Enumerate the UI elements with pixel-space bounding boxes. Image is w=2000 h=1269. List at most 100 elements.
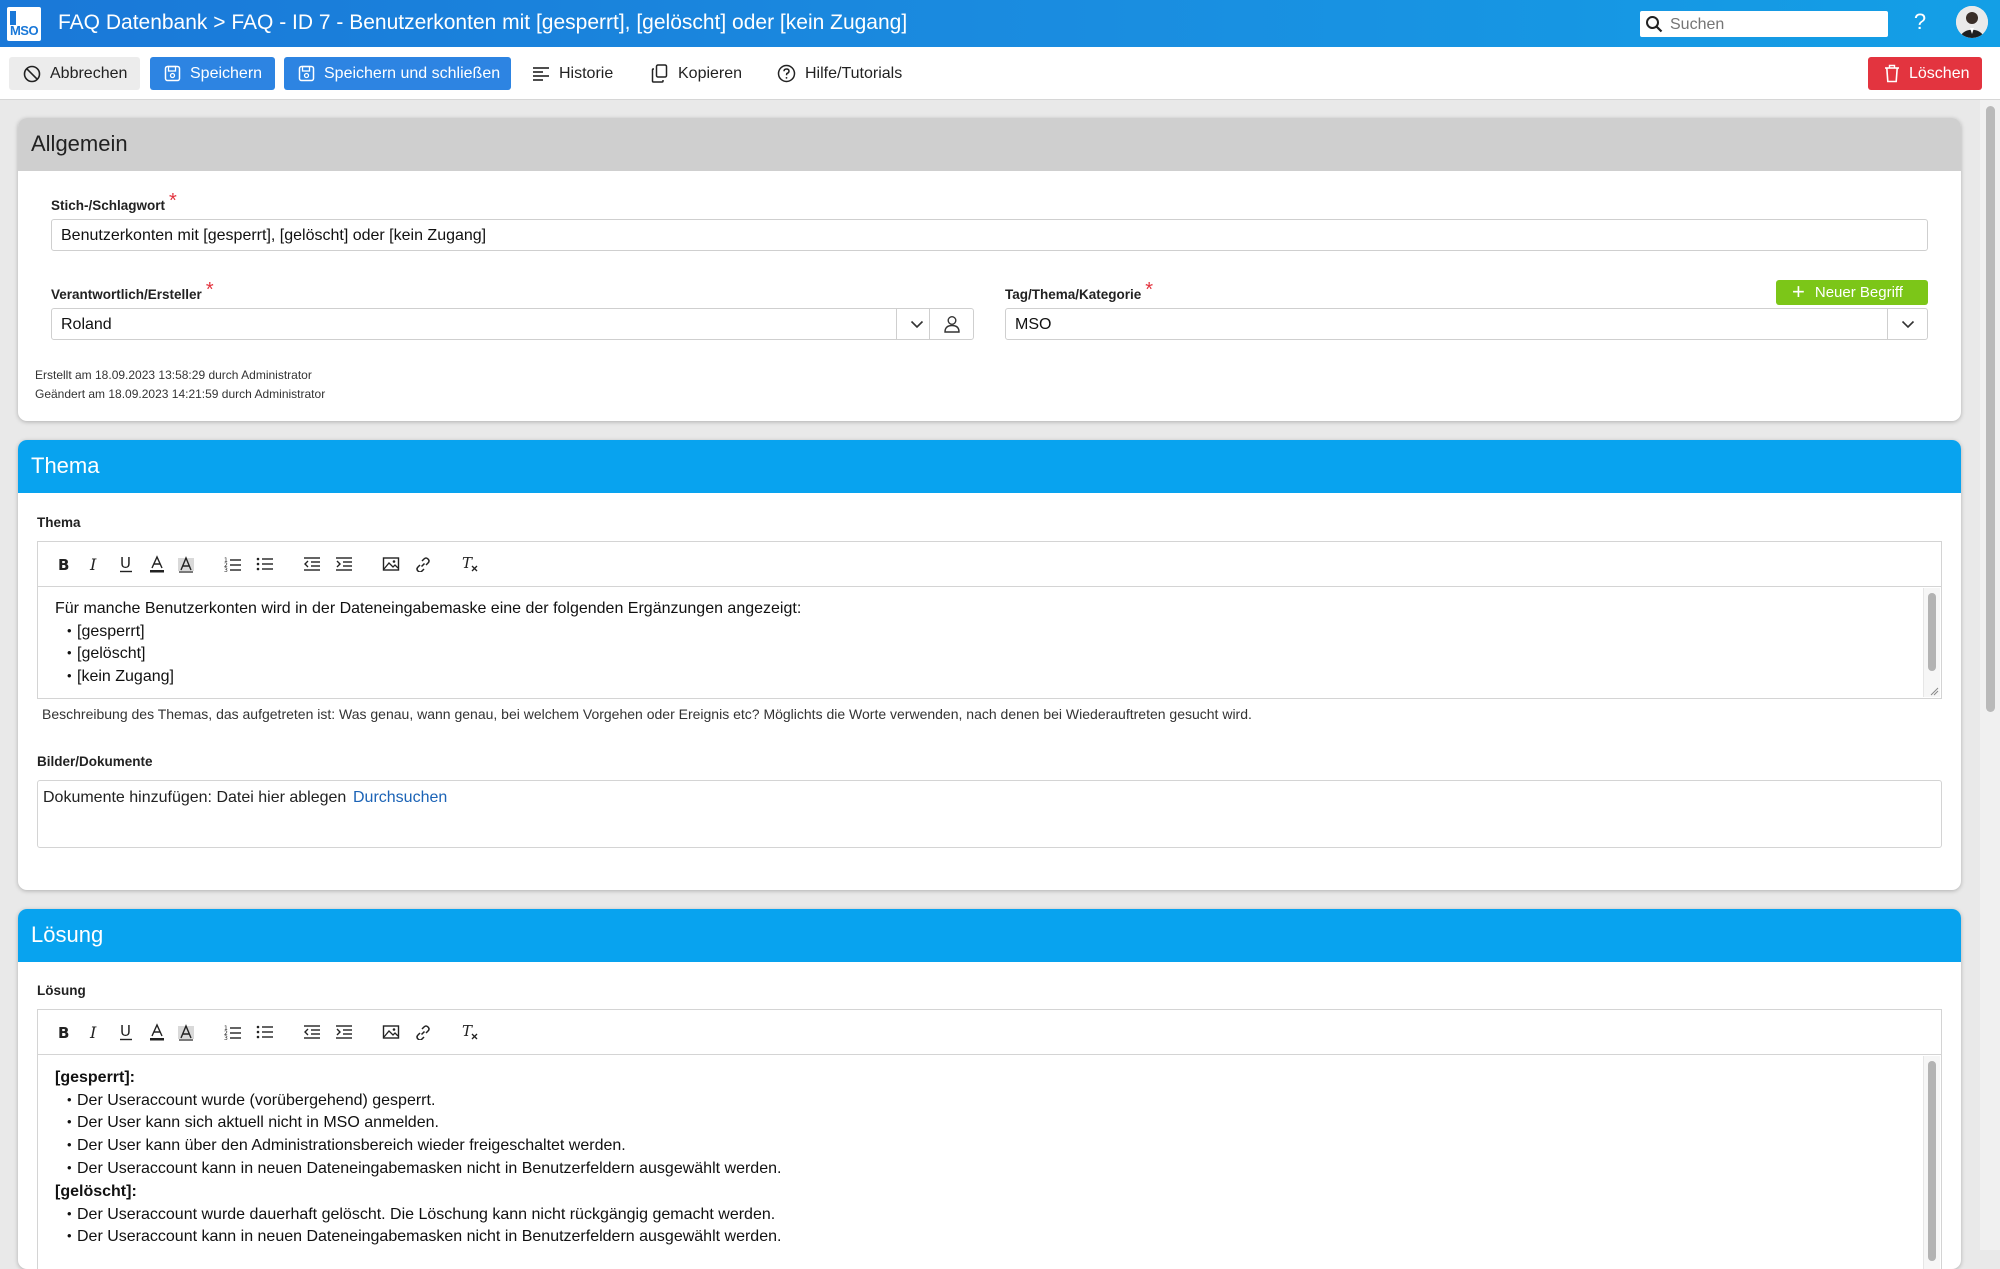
created-info: Erstellt am 18.09.2023 13:58:29 durch Ad… [35, 368, 312, 382]
bold-icon: B [58, 556, 69, 572]
outdent-icon [304, 557, 320, 571]
link-button[interactable] [411, 552, 435, 576]
italic-button[interactable]: I [82, 552, 106, 576]
ordered-list-icon: 123 [224, 557, 241, 572]
thema-list-item: • [gelöscht] [55, 645, 145, 663]
svg-text:B: B [58, 1024, 69, 1040]
history-button[interactable]: Historie [532, 57, 613, 90]
copy-button[interactable]: Kopieren [651, 57, 742, 90]
italic-icon: I [89, 1024, 97, 1040]
save-button[interactable]: Speichern [150, 57, 275, 90]
owner-label: Verantwortlich/Ersteller * [51, 279, 214, 305]
document-dropzone[interactable]: Dokumente hinzufügen: Datei hier ablegen… [37, 780, 1942, 848]
loesung-list-item: • Der User kann über den Administrationsb… [55, 1137, 626, 1155]
resize-handle-icon[interactable] [1929, 686, 1939, 696]
svg-text:3: 3 [224, 567, 228, 572]
question-circle-icon [777, 64, 796, 83]
app-logo[interactable]: MSO [7, 7, 41, 41]
loesung-editor-scrollbar-thumb[interactable] [1928, 1061, 1936, 1261]
panel-loesung: Lösung Lösung B I U 123 T [gesperrt]: • … [18, 909, 1961, 1269]
outdent-icon [304, 1025, 320, 1039]
new-term-button[interactable]: + Neuer Begriff [1776, 279, 1928, 305]
highlight-button[interactable] [174, 1020, 198, 1044]
thema-editor-scrollbar[interactable] [1923, 588, 1940, 697]
search-input[interactable] [1668, 13, 1884, 37]
person-icon [943, 316, 960, 333]
clear-format-button[interactable]: T [458, 1020, 482, 1044]
bullet: • [67, 1160, 72, 1175]
bullet: • [67, 1228, 72, 1243]
tag-select[interactable]: MSO [1005, 308, 1928, 340]
bold-button[interactable]: B [51, 1020, 75, 1044]
image-icon [382, 1025, 400, 1039]
page-title: FAQ Datenbank > FAQ - ID 7 - Benutzerkon… [58, 11, 908, 34]
underline-icon: U [120, 555, 132, 573]
copy-icon [651, 64, 668, 83]
avatar[interactable] [1956, 6, 1988, 38]
thema-editor[interactable]: B I U 123 T Für manche Benutzerkonten wi… [37, 541, 1942, 699]
save-icon [298, 65, 315, 82]
highlight-button[interactable] [174, 552, 198, 576]
loesung-editor[interactable]: B I U 123 T [gesperrt]: • Der Useraccoun… [37, 1009, 1942, 1269]
help-tutorials-button[interactable]: Hilfe/Tutorials [777, 57, 902, 90]
bullet: • [67, 1206, 72, 1221]
save-icon [164, 65, 181, 82]
panel-loesung-header[interactable]: Lösung [18, 909, 1961, 962]
outdent-button[interactable] [300, 552, 324, 576]
delete-button[interactable]: Löschen [1868, 57, 1982, 90]
page-scrollbar-thumb[interactable] [1986, 106, 1995, 712]
search-box[interactable] [1640, 11, 1888, 37]
font-color-button[interactable] [145, 552, 169, 576]
ordered-list-button[interactable]: 123 [221, 1020, 245, 1044]
cancel-label: Abbrechen [50, 64, 128, 82]
bold-icon: B [58, 1024, 69, 1040]
save-and-close-button[interactable]: Speichern und schließen [284, 57, 511, 90]
panel-thema-header[interactable]: Thema [18, 440, 1961, 493]
underline-button[interactable]: U [114, 552, 138, 576]
tag-dropdown-toggle[interactable] [1887, 309, 1927, 339]
unordered-list-button[interactable] [253, 552, 277, 576]
image-button[interactable] [379, 552, 403, 576]
bold-button[interactable]: B [51, 552, 75, 576]
bullet: • [67, 645, 72, 660]
italic-button[interactable]: I [82, 1020, 106, 1044]
cancel-button[interactable]: Abbrechen [9, 57, 140, 90]
loesung-list-item: • Der Useraccount wurde (vorübergehend) g… [55, 1092, 435, 1110]
unordered-list-icon [256, 557, 273, 571]
unordered-list-button[interactable] [253, 1020, 277, 1044]
docs-label: Bilder/Dokumente [37, 754, 153, 769]
panel-allgemein-header[interactable]: Allgemein [18, 118, 1961, 171]
owner-select[interactable]: Roland [51, 308, 937, 340]
loesung-editor-scrollbar[interactable] [1923, 1056, 1940, 1269]
svg-text:I: I [89, 556, 97, 572]
loesung-field-label: Lösung [37, 983, 86, 998]
browse-link[interactable]: Durchsuchen [353, 789, 447, 807]
link-button[interactable] [411, 1020, 435, 1044]
dropzone-text: Dokumente hinzufügen: Datei hier ablegen [43, 789, 347, 806]
outdent-button[interactable] [300, 1020, 324, 1044]
tag-label-text: Tag/Thema/Kategorie [1005, 287, 1142, 302]
cancel-icon [23, 65, 41, 82]
chevron-down-icon [1901, 320, 1915, 328]
required-marker: * [1145, 279, 1154, 301]
owner-user-picker-button[interactable] [929, 308, 974, 340]
thema-editor-scrollbar-thumb[interactable] [1928, 593, 1936, 671]
underline-button[interactable]: U [114, 1020, 138, 1044]
indent-icon [336, 557, 352, 571]
font-color-button[interactable] [145, 1020, 169, 1044]
page-scrollbar[interactable] [1980, 100, 2000, 1250]
indent-button[interactable] [332, 1020, 356, 1044]
loesung-list-item-text: Der Useraccount kann in neuen Dateneinga… [77, 1228, 782, 1245]
keyword-label: Stich-/Schlagwort * [51, 190, 177, 216]
ordered-list-button[interactable]: 123 [221, 552, 245, 576]
keyword-input[interactable]: Benutzerkonten mit [gesperrt], [gelöscht… [51, 219, 1928, 251]
panel-allgemein-title: Allgemein [31, 131, 128, 156]
help-tutorials-label: Hilfe/Tutorials [805, 64, 903, 82]
loesung-list-item-text: Der Useraccount wurde (vorübergehend) ge… [77, 1092, 436, 1109]
indent-button[interactable] [332, 552, 356, 576]
help-icon[interactable]: ? [1908, 9, 1932, 37]
image-button[interactable] [379, 1020, 403, 1044]
loesung-list-item-text: Der Useraccount wurde dauerhaft gelöscht… [77, 1206, 776, 1223]
clear-format-button[interactable]: T [458, 552, 482, 576]
new-term-label: Neuer Begriff [1814, 284, 1903, 301]
